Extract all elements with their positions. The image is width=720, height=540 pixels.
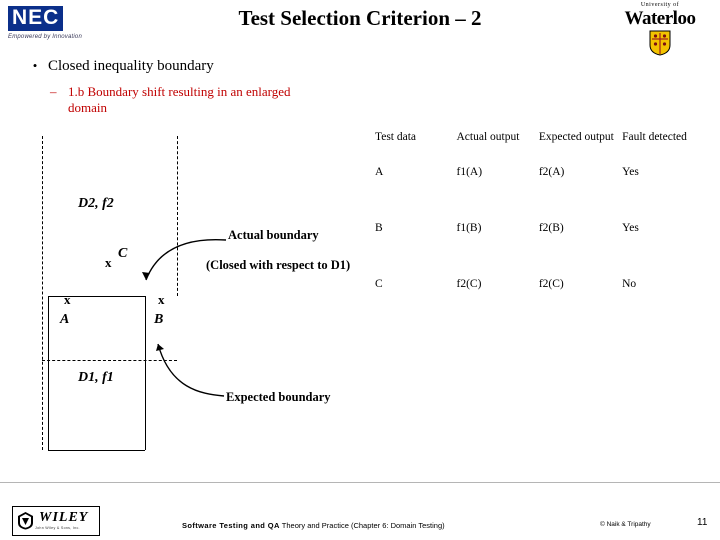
page-title: Test Selection Criterion – 2 bbox=[238, 6, 482, 30]
cell-expected-output: f2(C) bbox=[538, 278, 564, 290]
waterloo-shield-icon bbox=[649, 30, 671, 56]
footer-divider bbox=[0, 482, 720, 483]
bullet-dash-icon: – bbox=[50, 84, 57, 99]
table-header-test-data: Test data bbox=[375, 131, 417, 143]
nec-tagline: Empowered by Innovation bbox=[8, 34, 82, 40]
wiley-logo: WILEY John Wiley & Sons, Inc. bbox=[12, 506, 100, 536]
cell-test-data: B bbox=[375, 222, 383, 234]
cell-fault-detected: Yes bbox=[622, 222, 639, 234]
closed-inequality-boundary-diagram: D2, f2 D1, f1 x C x A x B Actual boundar… bbox=[30, 132, 360, 462]
table-header-expected-output: Expected output bbox=[538, 131, 614, 143]
slide: NEC Empowered by Innovation University o… bbox=[0, 0, 720, 540]
figure-arrows bbox=[142, 238, 227, 397]
footer-page-number: 11 bbox=[697, 517, 708, 528]
cell-actual-output: f1(B) bbox=[456, 222, 482, 234]
table-header-row: Test data Actual output Expected output … bbox=[375, 130, 705, 144]
table-row: A f1(A) f2(A) Yes bbox=[375, 144, 705, 200]
cell-test-data: C bbox=[375, 278, 383, 290]
table-header-actual-output: Actual output bbox=[456, 131, 520, 143]
bullet-level1: • Closed inequality boundary bbox=[22, 58, 214, 75]
waterloo-logo: University of Waterloo bbox=[608, 2, 712, 56]
table-header-fault-detected: Fault detected bbox=[622, 131, 687, 143]
footer-chapter: Theory and Practice (Chapter 6: Domain T… bbox=[279, 521, 445, 530]
nec-logo: NEC Empowered by Innovation bbox=[8, 6, 94, 40]
cell-fault-detected: Yes bbox=[622, 166, 639, 178]
cell-expected-output: f2(A) bbox=[538, 166, 565, 178]
table-row: C f2(C) f2(C) No bbox=[375, 256, 705, 312]
cell-actual-output: f2(C) bbox=[456, 278, 482, 290]
nec-wordmark: NEC bbox=[8, 6, 64, 31]
bullet-level2-text: 1.b Boundary shift resulting in an enlar… bbox=[68, 84, 291, 115]
cell-fault-detected: No bbox=[622, 278, 637, 290]
table-row: B f1(B) f2(B) Yes bbox=[375, 200, 705, 256]
footer-center-text: Software Testing and QA Theory and Pract… bbox=[182, 521, 445, 530]
cell-expected-output: f2(B) bbox=[538, 222, 564, 234]
bullet-marker-icon: • bbox=[32, 58, 38, 73]
wiley-wordmark: WILEY bbox=[39, 510, 89, 525]
waterloo-wordmark: Waterloo bbox=[624, 8, 696, 29]
wiley-sublabel: John Wiley & Sons, Inc. bbox=[35, 526, 80, 530]
bullet-level2: –1.b Boundary shift resulting in an enla… bbox=[50, 84, 350, 116]
wiley-crest-icon bbox=[18, 512, 33, 530]
cell-actual-output: f1(A) bbox=[456, 166, 483, 178]
cell-test-data: A bbox=[375, 166, 384, 178]
footer-copyright: © Naik & Tripathy bbox=[600, 521, 651, 528]
bullet-level1-text: Closed inequality boundary bbox=[48, 58, 214, 74]
footer-book-title: Software Testing and QA bbox=[182, 521, 280, 530]
test-selection-table: Test data Actual output Expected output … bbox=[375, 130, 705, 312]
